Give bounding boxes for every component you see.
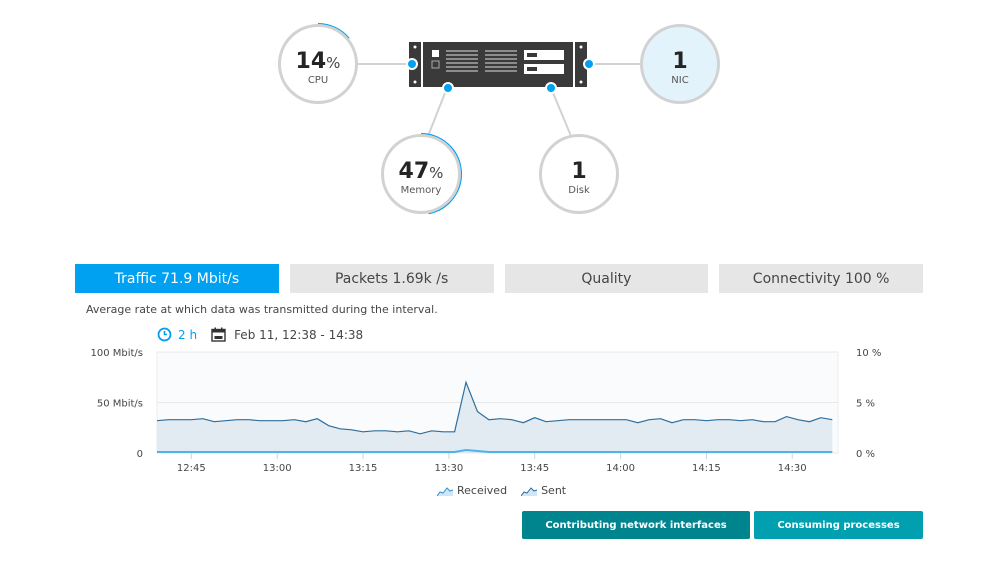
x-tick-label: 13:00	[263, 463, 292, 474]
server-rack-icon[interactable]	[409, 42, 587, 87]
disk-value: 1	[571, 159, 587, 184]
metric-tabs: Traffic 71.9 Mbit/s Packets 1.69k /s Qua…	[75, 264, 923, 293]
disk-connector	[550, 87, 572, 137]
tab-quality[interactable]: Quality	[504, 264, 709, 293]
y-tick-label-left: 50 Mbit/s	[97, 399, 143, 410]
memory-value: 47	[398, 159, 430, 184]
memory-node[interactable]: 47% Memory	[381, 134, 461, 214]
memory-port-dot	[442, 82, 454, 94]
x-tick-label: 13:45	[520, 463, 549, 474]
tab-traffic[interactable]: Traffic 71.9 Mbit/s	[75, 264, 279, 293]
x-tick-label: 12:45	[177, 463, 206, 474]
cpu-port-dot	[406, 58, 418, 70]
disk-label: Disk	[568, 185, 590, 196]
cpu-value: 14	[295, 49, 327, 74]
action-buttons: Contributing network interfaces Consumin…	[522, 511, 923, 539]
x-axis: 12:45 13:00 13:15 13:30 13:45 14:00 14:15 14:30	[177, 453, 807, 474]
nic-node[interactable]: 1 NIC	[640, 24, 720, 104]
tab-packets[interactable]: Packets 1.69k /s	[289, 264, 494, 293]
host-topology: 14% CPU 47% Memory 1 Disk 1 NIC	[0, 0, 1000, 240]
legend-sent[interactable]: Sent	[521, 484, 566, 497]
disk-port-dot	[545, 82, 557, 94]
memory-label: Memory	[400, 185, 442, 196]
cpu-label: CPU	[307, 75, 329, 86]
y-axis-left: 0 50 Mbit/s 100 Mbit/s	[90, 348, 143, 460]
y-tick-label-left: 0	[137, 449, 143, 460]
y-tick-label-right: 10 %	[856, 348, 881, 359]
nic-label: NIC	[671, 75, 689, 86]
y-tick-label-right: 5 %	[856, 399, 875, 410]
x-tick-label: 14:00	[606, 463, 635, 474]
y-tick-label-left: 100 Mbit/s	[90, 348, 143, 359]
chart-legend: Received Sent	[437, 484, 566, 497]
legend-sent-label: Sent	[541, 484, 567, 497]
x-tick-label: 13:15	[349, 463, 378, 474]
x-tick-label: 14:30	[778, 463, 807, 474]
x-tick-label: 13:30	[434, 463, 463, 474]
nic-value: 1	[672, 49, 688, 74]
consuming-processes-button[interactable]: Consuming processes	[754, 511, 923, 539]
memory-unit: %	[429, 164, 444, 182]
traffic-chart: 12:45 13:00 13:15 13:30 13:45 14:00 14:15 14:30…	[90, 348, 881, 474]
y-tick-label-right: 0 %	[856, 449, 875, 460]
x-tick-label: 14:15	[692, 463, 721, 474]
cpu-unit: %	[326, 54, 341, 72]
area-chart-icon	[437, 486, 453, 496]
disk-node[interactable]: 1 Disk	[539, 134, 619, 214]
area-chart-icon	[521, 486, 538, 496]
contributing-network-interfaces-button[interactable]: Contributing network interfaces	[522, 511, 750, 539]
metric-description: Average rate at which data was transmitt…	[86, 303, 438, 316]
memory-connector	[427, 87, 448, 137]
topology-connectors	[317, 23, 640, 215]
legend-received-label: Received	[457, 484, 508, 497]
nic-port-dot	[583, 58, 595, 70]
tab-connectivity[interactable]: Connectivity 100 %	[719, 264, 923, 293]
y-axis-right: 0 % 5 % 10 %	[856, 348, 881, 460]
legend-received[interactable]: Received	[437, 484, 507, 497]
cpu-node[interactable]: 14% CPU	[278, 24, 358, 104]
